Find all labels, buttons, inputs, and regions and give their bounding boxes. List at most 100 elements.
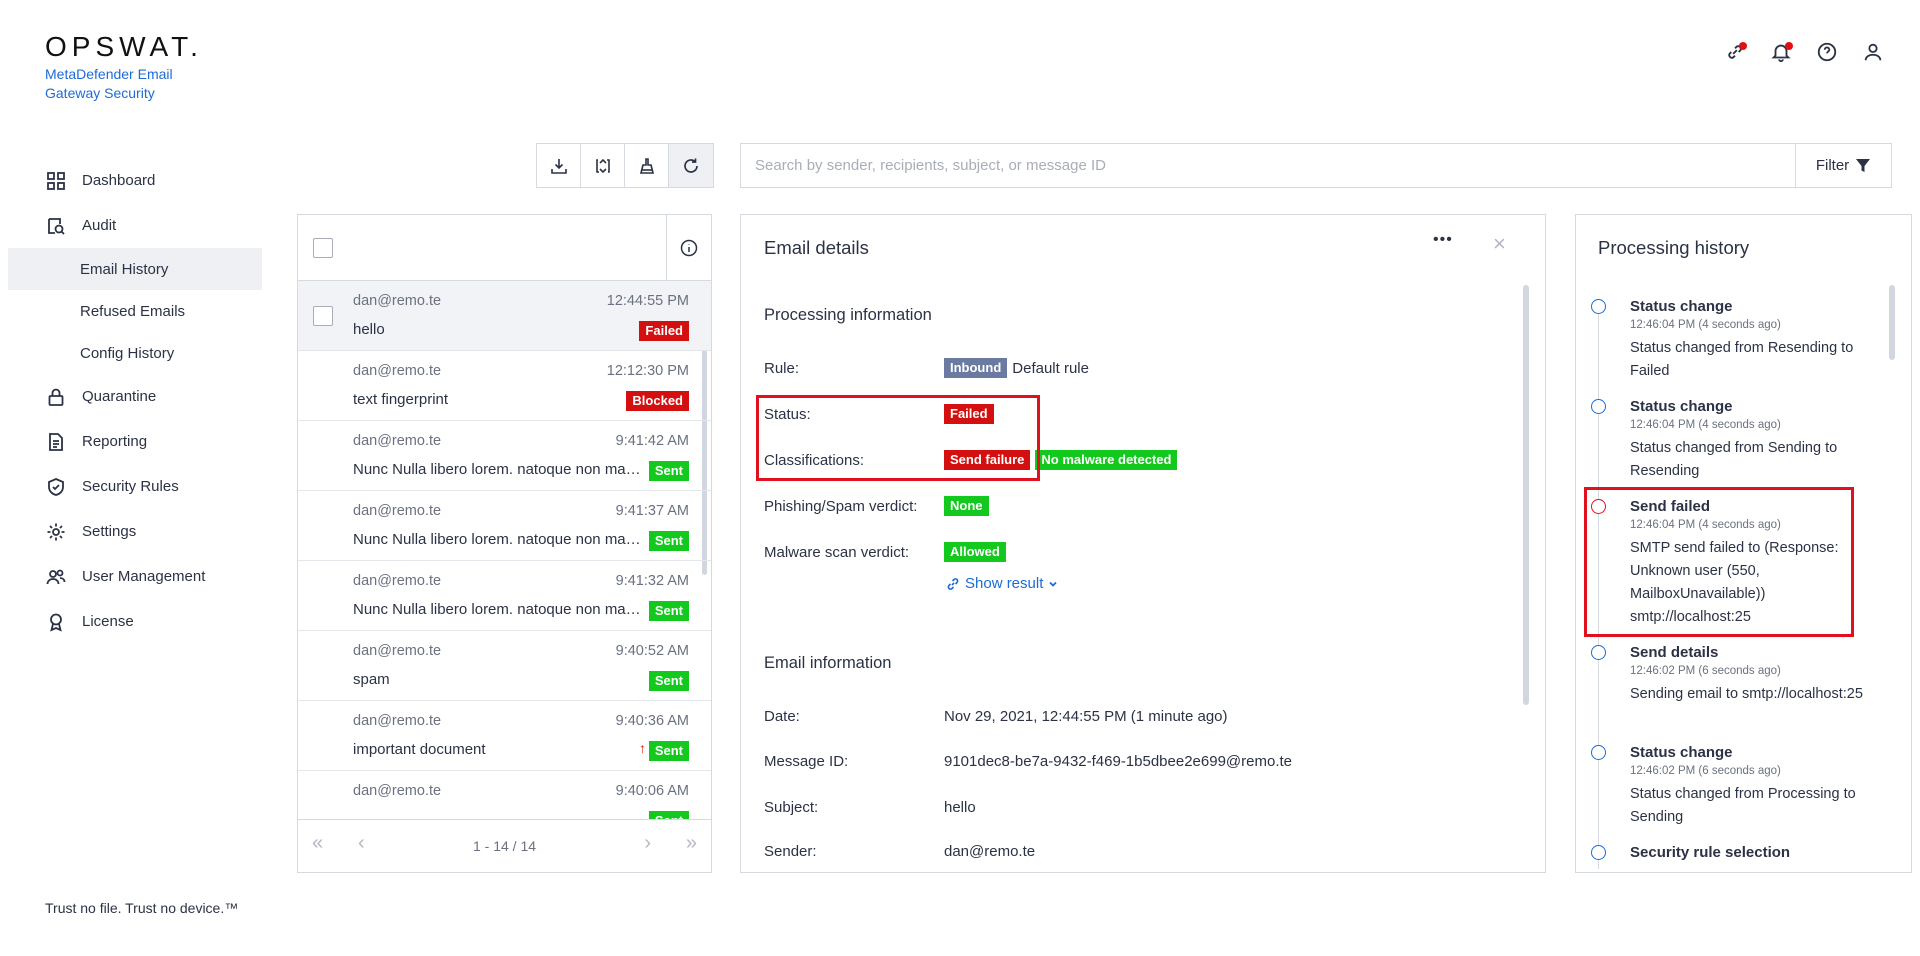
sidebar-item-label: Dashboard	[82, 172, 156, 189]
refresh-icon	[684, 158, 698, 173]
sidebar-item-security-rules[interactable]: Security Rules	[0, 464, 262, 509]
history-title: Processing history	[1598, 237, 1750, 258]
email-list-row[interactable]: dan@remo.te 12:44:55 PM hello Failed	[298, 281, 711, 351]
row-sender: dan@remo.te	[353, 363, 442, 379]
email-list-row[interactable]: dan@remo.te 9:40:36 AM important document ↑…	[298, 701, 711, 771]
show-result-link[interactable]: Show result	[946, 575, 1058, 592]
sync-icon	[595, 158, 610, 173]
email-list-header	[298, 215, 711, 281]
email-list-row[interactable]: dan@remo.te 12:12:30 PM text fingerprint Bl…	[298, 351, 711, 421]
history-item: Security rule selection	[1630, 844, 1870, 861]
bell-alert-dot	[1785, 42, 1793, 50]
email-list-row[interactable]: dan@remo.te 9:41:37 AM Nunc Nulla libero l…	[298, 491, 711, 561]
row-status-badge: Blocked	[626, 391, 689, 411]
email-details-panel: Email details ••• × Processing informati…	[740, 214, 1546, 873]
history-scrollbar[interactable]	[1889, 285, 1895, 360]
opswat-logo: OPSWAT.	[45, 31, 203, 62]
history-item: Status change 12:46:04 PM (4 seconds ago…	[1630, 398, 1870, 483]
processing-info-title: Processing information	[764, 306, 932, 324]
chevron-down-icon	[1049, 581, 1058, 587]
row-sender: dan@remo.te	[353, 293, 442, 309]
email-list-row[interactable]: dan@remo.te 9:40:06 AM Sent	[298, 771, 711, 819]
email-info-title: Email information	[764, 654, 892, 672]
dashboard-icon	[47, 171, 65, 190]
email-list-row[interactable]: dan@remo.te 9:40:52 AM spam Sent	[298, 631, 711, 701]
row-time: 12:44:55 PM	[606, 293, 689, 309]
gear-icon	[47, 523, 65, 540]
bell-icon[interactable]	[1769, 40, 1793, 64]
search-input[interactable]	[741, 144, 1795, 187]
email-list-row[interactable]: dan@remo.te 9:41:32 AM Nunc Nulla libero l…	[298, 561, 711, 631]
details-scrollbar[interactable]	[1523, 285, 1529, 705]
row-sender: dan@remo.te	[353, 573, 442, 589]
row-sender: dan@remo.te	[353, 503, 442, 519]
filter-icon	[1856, 158, 1871, 172]
sidebar-item-license[interactable]: License	[0, 599, 262, 644]
sidebar-nav: Dashboard Audit Email History Refused Em…	[0, 158, 262, 644]
next-page-button[interactable]: ›	[644, 832, 651, 855]
rule-badge: Inbound	[944, 358, 1008, 378]
history-item: Send details 12:46:02 PM (6 seconds ago)…	[1630, 644, 1870, 706]
sidebar-item-email-history[interactable]: Email History	[8, 248, 262, 290]
row-time: 9:40:52 AM	[615, 643, 689, 659]
high-priority-icon: ↑	[639, 740, 646, 756]
row-subject: important document	[353, 741, 486, 758]
show-result-label: Show result	[965, 575, 1044, 592]
download-icon	[550, 158, 567, 174]
sidebar-item-refused-emails[interactable]: Refused Emails	[0, 290, 262, 332]
sidebar-item-config-history[interactable]: Config History	[0, 332, 262, 374]
sidebar-item-quarantine[interactable]: Quarantine	[0, 374, 262, 419]
sidebar-item-audit[interactable]: Audit	[0, 203, 262, 248]
sidebar-item-label: Settings	[82, 523, 137, 540]
sidebar-item-label: Security Rules	[82, 478, 179, 495]
sender-label: Sender:	[764, 843, 817, 860]
malware-verdict-label: Malware scan verdict:	[764, 544, 910, 561]
sidebar-item-label: Audit	[82, 217, 117, 234]
email-list-panel: dan@remo.te 12:44:55 PM hello Failed dan@rem…	[297, 214, 712, 873]
sidebar-item-label: User Management	[82, 568, 206, 585]
row-status-badge: Sent	[648, 461, 689, 481]
email-list-row[interactable]: dan@remo.te 9:41:42 AM Nunc Nulla libero l…	[298, 421, 711, 491]
malware-verdict-value: Allowed	[944, 542, 1006, 562]
product-name-line2: Gateway Security	[45, 85, 155, 101]
sidebar-item-label: Config History	[80, 344, 175, 362]
footer-tagline: Trust no file. Trust no device.™	[45, 900, 239, 916]
subject-value: hello	[944, 799, 976, 816]
close-button[interactable]: ×	[1493, 231, 1506, 257]
search-bar: Filter	[740, 143, 1892, 188]
filter-button[interactable]: Filter	[1795, 144, 1891, 187]
row-checkbox[interactable]	[313, 306, 333, 326]
sidebar-item-settings[interactable]: Settings	[0, 509, 262, 554]
sidebar-item-reporting[interactable]: Reporting	[0, 419, 262, 464]
row-subject: Nunc Nulla libero lorem. natoque non mas…	[353, 601, 643, 618]
highlight-box-send-failed	[1584, 487, 1854, 637]
link-notification-icon[interactable]	[1723, 40, 1747, 64]
row-status-badge: Failed	[639, 321, 689, 341]
history-item-time: 12:46:04 PM (4 seconds ago)	[1630, 319, 1781, 331]
row-time: 12:12:30 PM	[606, 363, 689, 379]
last-page-button[interactable]: »	[686, 832, 697, 855]
sidebar-item-user-management[interactable]: User Management	[0, 554, 262, 599]
user-profile-icon[interactable]	[1861, 40, 1885, 64]
broom-icon	[639, 157, 654, 174]
document-icon	[49, 432, 63, 451]
sidebar-item-label: Reporting	[82, 433, 148, 450]
clean-button[interactable]	[625, 144, 669, 187]
link-icon	[947, 577, 959, 590]
history-item-desc: Status changed from Processing to Sendin…	[1630, 786, 1856, 825]
refresh-button[interactable]	[669, 144, 713, 187]
more-options-button[interactable]: •••	[1433, 231, 1453, 249]
download-button[interactable]	[537, 144, 581, 187]
info-button[interactable]	[666, 215, 711, 281]
select-all-checkbox[interactable]	[313, 238, 333, 258]
help-icon[interactable]	[1815, 40, 1839, 64]
sidebar-item-dashboard[interactable]: Dashboard	[0, 158, 262, 203]
row-time: 9:41:32 AM	[615, 573, 689, 589]
history-dot	[1591, 399, 1606, 414]
message-id-label: Message ID:	[764, 753, 849, 770]
row-status-badge: Sent	[648, 601, 689, 621]
resend-button[interactable]	[581, 144, 625, 187]
email-list: dan@remo.te 12:44:55 PM hello Failed dan@rem…	[298, 281, 711, 819]
history-item-desc: Status changed from Resending to Failed	[1630, 340, 1854, 379]
shield-check-icon	[48, 477, 64, 496]
